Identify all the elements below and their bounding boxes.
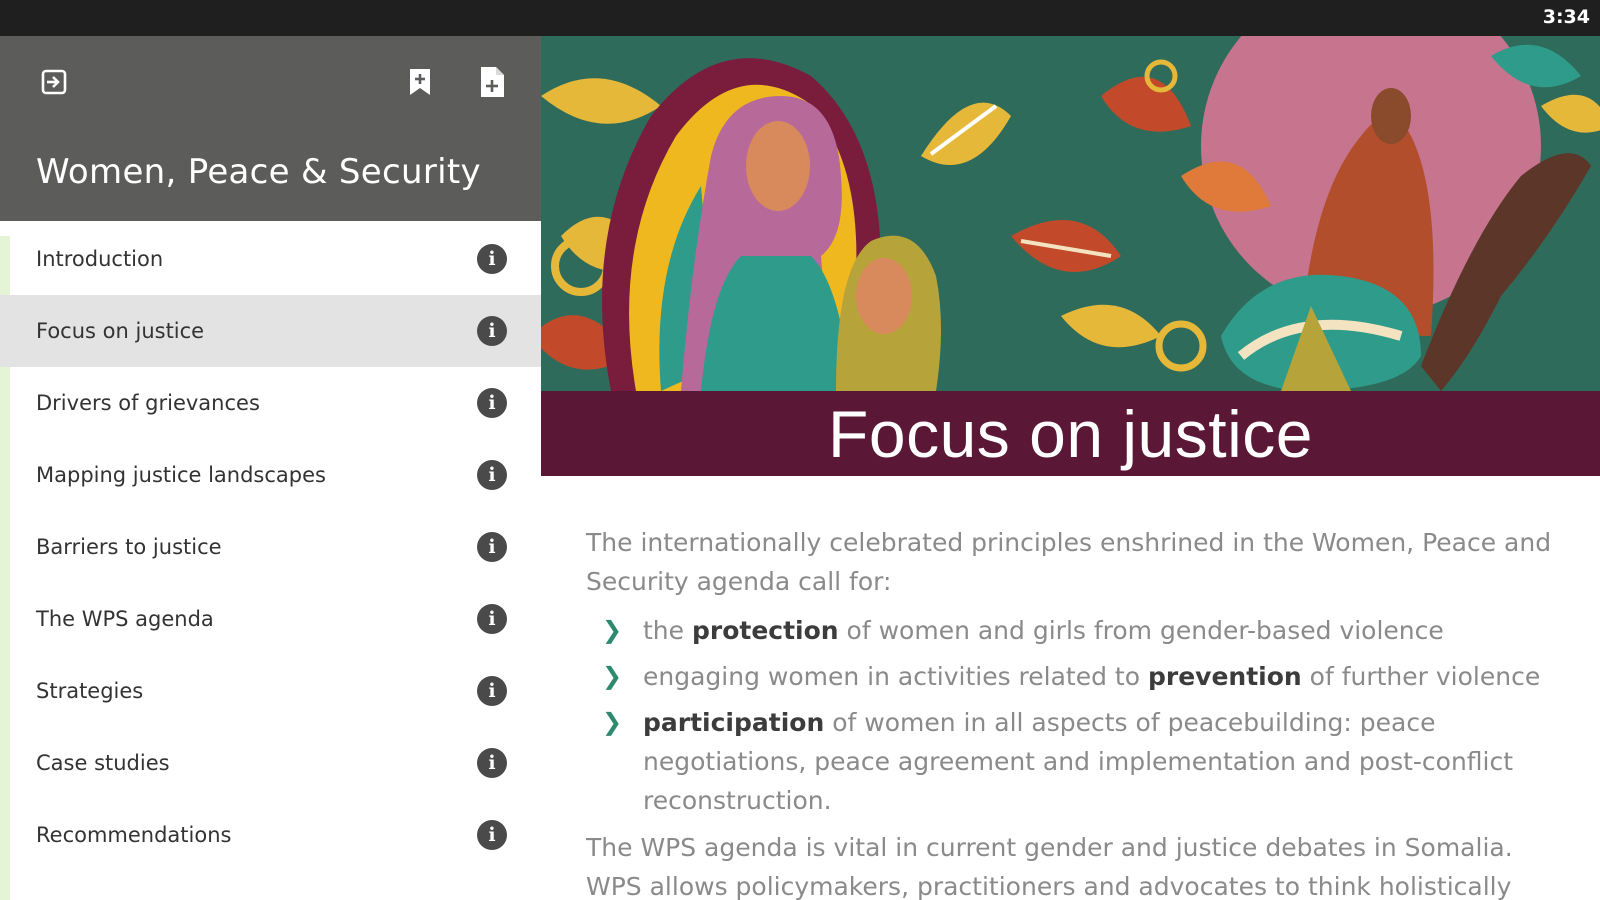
bullet-text: of further violence: [1301, 662, 1541, 691]
sidebar-item-drivers-of-grievances[interactable]: Drivers of grievances i: [0, 367, 541, 439]
sidebar-item-case-studies[interactable]: Case studies i: [0, 727, 541, 799]
info-icon[interactable]: i: [477, 676, 507, 706]
sidebar-item-label: Drivers of grievances: [36, 391, 260, 415]
sidebar-item-label: Mapping justice landscapes: [36, 463, 326, 487]
info-icon[interactable]: i: [477, 820, 507, 850]
list-item: ❯ participation of women in all aspects o…: [586, 703, 1566, 820]
sidebar: Women, Peace & Security Introduction i F…: [0, 36, 541, 900]
sidebar-item-focus-on-justice[interactable]: Focus on justice i: [0, 295, 541, 367]
article-intro: The internationally celebrated principle…: [586, 528, 1552, 596]
sidebar-item-label: Focus on justice: [36, 319, 205, 343]
sidebar-item-label: Recommendations: [36, 823, 232, 847]
info-icon[interactable]: i: [477, 388, 507, 418]
article-closing: The WPS agenda is vital in current gende…: [586, 833, 1513, 900]
status-time: 3:34: [1542, 6, 1590, 28]
info-icon[interactable]: i: [477, 244, 507, 274]
bullet-emphasis: protection: [691, 616, 839, 645]
bullet-text: the: [643, 616, 692, 645]
chevron-right-icon: ❯: [602, 662, 623, 690]
sidebar-item-recommendations[interactable]: Recommendations i: [0, 799, 541, 871]
info-icon[interactable]: i: [477, 460, 507, 490]
page-title: Focus on justice: [828, 396, 1313, 471]
info-icon[interactable]: i: [477, 316, 507, 346]
sidebar-item-barriers-to-justice[interactable]: Barriers to justice i: [0, 511, 541, 583]
info-icon[interactable]: i: [477, 604, 507, 634]
bullet-list: ❯ the protection of women and girls from …: [586, 611, 1566, 820]
sidebar-item-label: Introduction: [36, 247, 164, 271]
bookmark-add-icon[interactable]: [400, 62, 440, 102]
exit-icon[interactable]: [34, 62, 74, 102]
sidebar-title: Women, Peace & Security: [36, 152, 481, 192]
info-icon[interactable]: i: [477, 532, 507, 562]
sidebar-item-mapping-justice-landscapes[interactable]: Mapping justice landscapes i: [0, 439, 541, 511]
status-bar: 3:34: [0, 0, 1600, 36]
chevron-right-icon: ❯: [602, 708, 623, 736]
content-pane: Focus on justice The internationally cel…: [541, 36, 1600, 900]
list-item: ❯ the protection of women and girls from …: [586, 611, 1566, 650]
nav-list: Introduction i Focus on justice i Driver…: [0, 223, 541, 871]
bullet-text: engaging women in activities related to: [643, 662, 1148, 691]
bullet-text: of women and girls from gender-based vio…: [838, 616, 1444, 645]
title-band: Focus on justice: [541, 391, 1600, 476]
sidebar-item-strategies[interactable]: Strategies i: [0, 655, 541, 727]
info-icon[interactable]: i: [477, 748, 507, 778]
list-item: ❯ engaging women in activities related to…: [586, 657, 1566, 696]
sidebar-header: Women, Peace & Security: [0, 36, 541, 221]
sidebar-item-introduction[interactable]: Introduction i: [0, 223, 541, 295]
sidebar-item-label: Case studies: [36, 751, 170, 775]
sidebar-item-wps-agenda[interactable]: The WPS agenda i: [0, 583, 541, 655]
chevron-right-icon: ❯: [602, 616, 623, 644]
hero-illustration: [541, 36, 1600, 391]
sidebar-item-label: Barriers to justice: [36, 535, 222, 559]
sidebar-item-label: Strategies: [36, 679, 144, 703]
note-add-icon[interactable]: [472, 62, 512, 102]
sidebar-item-label: The WPS agenda: [36, 607, 214, 631]
bullet-emphasis: participation: [643, 708, 825, 737]
article-body: The internationally celebrated principle…: [586, 523, 1566, 900]
bullet-emphasis: prevention: [1147, 662, 1302, 691]
